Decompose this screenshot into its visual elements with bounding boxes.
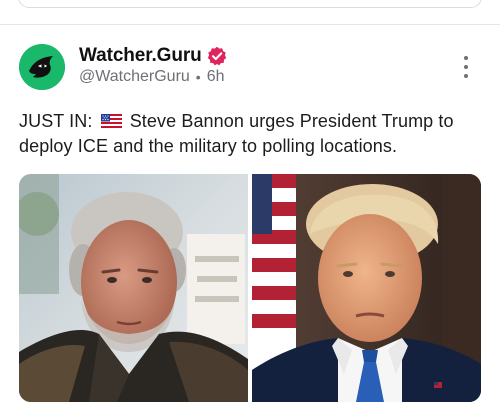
feed-divider bbox=[0, 24, 500, 25]
more-vertical-icon bbox=[464, 56, 468, 60]
previous-card bbox=[18, 0, 482, 8]
author-name-row: Watcher.Guru bbox=[79, 44, 227, 68]
us-flag-icon bbox=[100, 114, 122, 128]
photo-donald-trump[interactable] bbox=[252, 174, 481, 402]
author-handle[interactable]: @WatcherGuru bbox=[79, 68, 190, 86]
photo-steve-bannon[interactable] bbox=[19, 174, 248, 402]
post-text: JUST IN: Steve Bannon urges President Tr… bbox=[19, 109, 479, 159]
meta-separator: • bbox=[195, 69, 201, 85]
author-meta: @WatcherGuru • 6h bbox=[79, 68, 225, 86]
post-media bbox=[19, 174, 481, 402]
avatar[interactable] bbox=[19, 44, 65, 90]
verified-badge-icon bbox=[207, 46, 227, 66]
post-text-prefix: JUST IN: bbox=[19, 111, 93, 131]
watcher-guru-logo-icon bbox=[19, 44, 65, 90]
author-display-name[interactable]: Watcher.Guru bbox=[79, 45, 202, 67]
more-options-button[interactable] bbox=[458, 56, 474, 78]
post-timestamp[interactable]: 6h bbox=[207, 68, 225, 86]
